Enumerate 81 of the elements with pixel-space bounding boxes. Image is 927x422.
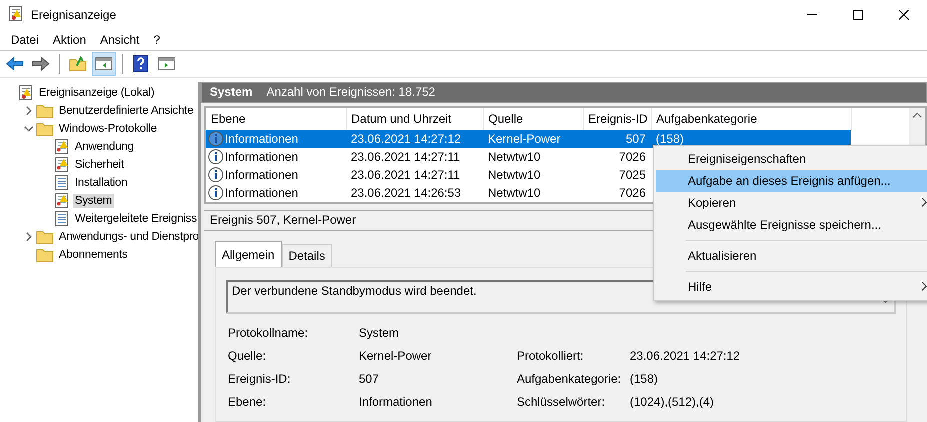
menu-item[interactable]: Ereigniseigenschaften bbox=[656, 148, 927, 170]
menu-item[interactable]: Aktualisieren bbox=[656, 245, 927, 267]
event-message: Der verbundene Standbymodus wird beendet. bbox=[232, 284, 477, 300]
table-cell: (158) bbox=[656, 132, 684, 146]
table-cell: 23.06.2021 14:27:11 bbox=[351, 150, 460, 164]
folder-up-icon[interactable] bbox=[69, 56, 87, 72]
table-cell: Netwtw10 bbox=[488, 150, 541, 164]
table-cell: 23.06.2021 14:26:53 bbox=[351, 186, 462, 200]
field-value: (158) bbox=[630, 372, 660, 386]
close-icon[interactable] bbox=[899, 10, 909, 20]
back-arrow-icon[interactable] bbox=[6, 56, 24, 72]
field-label: Ereignis-ID: bbox=[228, 372, 292, 386]
field-label: Aufgabenkategorie: bbox=[517, 372, 622, 386]
maximize-icon[interactable] bbox=[853, 10, 863, 20]
menu-item[interactable]: Aktion bbox=[46, 33, 94, 47]
table-cell: 23.06.2021 14:27:12 bbox=[351, 132, 462, 146]
menu-item[interactable]: Aufgabe an dieses Ereignis anfügen... bbox=[656, 170, 927, 192]
menu-item[interactable]: Hilfe bbox=[656, 276, 927, 298]
log-icon bbox=[54, 175, 70, 191]
table-cell: Kernel-Power bbox=[488, 132, 561, 146]
tree-item[interactable]: Ereignisanzeige (Lokal) bbox=[37, 86, 157, 100]
field-label: Ebene: bbox=[228, 395, 268, 409]
table-cell: 23.06.2021 14:27:11 bbox=[351, 168, 460, 182]
menu-item[interactable]: Ansicht bbox=[93, 33, 147, 47]
field-label: Schlüsselwörter: bbox=[517, 395, 606, 409]
pane-icon[interactable] bbox=[95, 56, 113, 72]
log-alert-icon bbox=[54, 139, 70, 155]
field-label: Protokolliert: bbox=[517, 349, 585, 363]
forward-arrow-icon[interactable] bbox=[32, 56, 50, 72]
log-alert-icon bbox=[54, 193, 70, 209]
field-value: 507 bbox=[359, 372, 380, 386]
log-alert-icon bbox=[8, 6, 24, 22]
table-cell: Informationen bbox=[225, 186, 298, 200]
chevron-right-icon[interactable] bbox=[24, 232, 34, 242]
info-icon bbox=[208, 130, 224, 147]
log-alert-icon bbox=[18, 85, 34, 101]
folder-icon bbox=[36, 103, 54, 119]
info-icon bbox=[208, 148, 224, 165]
table-cell: 7026 bbox=[619, 150, 646, 164]
help-icon[interactable] bbox=[133, 55, 149, 73]
folder-icon bbox=[36, 247, 54, 263]
folder-icon bbox=[36, 229, 54, 245]
field-value: 23.06.2021 14:27:12 bbox=[630, 349, 742, 363]
field-value: Kernel-Power bbox=[359, 349, 433, 363]
tree-item[interactable]: Anwendung bbox=[73, 140, 136, 154]
info-icon bbox=[208, 184, 224, 201]
table-cell: Informationen bbox=[225, 150, 298, 164]
window-title: Ereignisanzeige bbox=[31, 8, 118, 22]
field-label: Protokollname: bbox=[228, 326, 310, 340]
field-label: Quelle: bbox=[228, 349, 268, 363]
folder-icon bbox=[36, 121, 54, 137]
table-cell: 7025 bbox=[619, 168, 646, 182]
tab[interactable]: Allgemein bbox=[215, 241, 282, 267]
field-value: System bbox=[359, 326, 400, 340]
field-value: (1024),(512),(4) bbox=[630, 395, 716, 409]
log-icon bbox=[54, 211, 70, 227]
menu-item[interactable]: Datei bbox=[4, 33, 46, 47]
table-cell: Informationen bbox=[225, 168, 298, 182]
chevron-right-icon[interactable] bbox=[24, 106, 34, 116]
tab[interactable]: Details bbox=[282, 244, 332, 267]
log-name: System bbox=[210, 85, 253, 100]
table-cell: Informationen bbox=[225, 132, 298, 146]
tree-item[interactable]: Benutzerdefinierte Ansichte bbox=[57, 104, 196, 118]
table-cell: Netwtw10 bbox=[488, 168, 541, 182]
log-alert-icon bbox=[54, 157, 70, 173]
tree-item[interactable]: Sicherheit bbox=[73, 158, 126, 172]
table-cell: 507 bbox=[626, 132, 646, 146]
tree-item[interactable]: Weitergeleitete Ereigniss bbox=[73, 212, 198, 226]
menu-item[interactable]: ? bbox=[146, 33, 168, 47]
info-icon bbox=[208, 166, 224, 183]
tree-item[interactable]: Abonnements bbox=[57, 248, 130, 262]
tree-item[interactable]: Windows-Protokolle bbox=[57, 122, 160, 136]
chevron-down-icon[interactable] bbox=[24, 124, 34, 134]
tree-item[interactable]: Installation bbox=[73, 176, 130, 190]
tree-item[interactable]: System bbox=[73, 194, 114, 208]
pane-icon[interactable] bbox=[158, 56, 176, 72]
event-count: Anzahl von Ereignissen: 18.752 bbox=[266, 85, 436, 100]
table-cell: 7026 bbox=[619, 186, 646, 200]
field-value: Informationen bbox=[359, 395, 434, 409]
table-cell: Netwtw10 bbox=[488, 186, 541, 200]
scroll-up-icon[interactable] bbox=[912, 112, 922, 118]
